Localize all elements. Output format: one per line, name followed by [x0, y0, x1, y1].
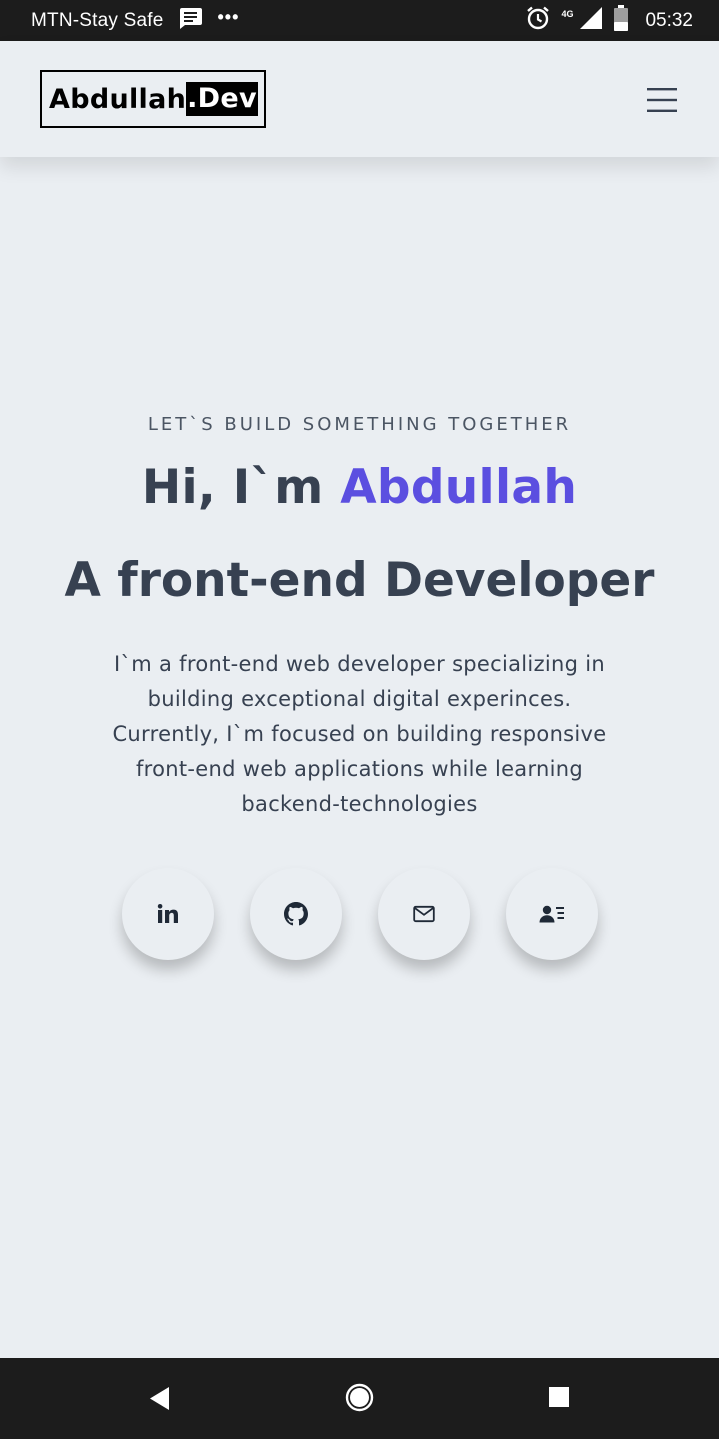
hero-name: Abdullah [340, 460, 578, 515]
site-header: Abdullah .Dev [0, 41, 719, 157]
hero-role: A front-end Developer [64, 553, 655, 608]
site-logo[interactable]: Abdullah .Dev [40, 70, 266, 128]
home-button[interactable] [345, 1383, 374, 1412]
linkedin-icon [157, 904, 179, 924]
recents-button[interactable] [549, 1387, 569, 1407]
system-navigation-bar [0, 1358, 719, 1439]
status-right: 4G 05:32 [525, 0, 693, 41]
greeting-text: Hi, I`m [141, 460, 341, 515]
status-left: MTN-Stay Safe ••• [31, 0, 239, 41]
more-notifications-icon: ••• [217, 7, 240, 27]
hero-bio: I`m a front-end web developer specializi… [112, 652, 607, 816]
logo-name: Abdullah [49, 83, 187, 115]
linkedin-link[interactable] [122, 868, 214, 960]
status-bar: MTN-Stay Safe ••• 4G 05:32 [0, 0, 719, 41]
hero-greeting: Hi, I`m Abdullah [0, 460, 719, 515]
clock: 05:32 [645, 9, 693, 31]
email-link[interactable] [378, 868, 470, 960]
alarm-icon [525, 5, 551, 36]
mail-icon [413, 905, 435, 923]
battery-icon [613, 5, 629, 36]
signal-icon [579, 6, 603, 35]
back-button[interactable] [149, 1386, 171, 1411]
back-triangle-icon [150, 1387, 169, 1410]
message-notification-icon [177, 6, 203, 35]
network-type: 4G [561, 8, 574, 19]
hamburger-menu-button[interactable] [644, 85, 680, 115]
home-circle-icon [345, 1383, 374, 1412]
github-link[interactable] [250, 868, 342, 960]
contact-card-icon [539, 904, 565, 924]
social-links [0, 868, 719, 960]
carrier-name: MTN-Stay Safe [31, 9, 164, 31]
github-icon [284, 902, 308, 926]
hero-tagline: LET`S BUILD SOMETHING TOGETHER [147, 414, 572, 435]
logo-extension: .Dev [186, 82, 258, 116]
contact-link[interactable] [506, 868, 598, 960]
hamburger-menu-icon [647, 88, 677, 112]
